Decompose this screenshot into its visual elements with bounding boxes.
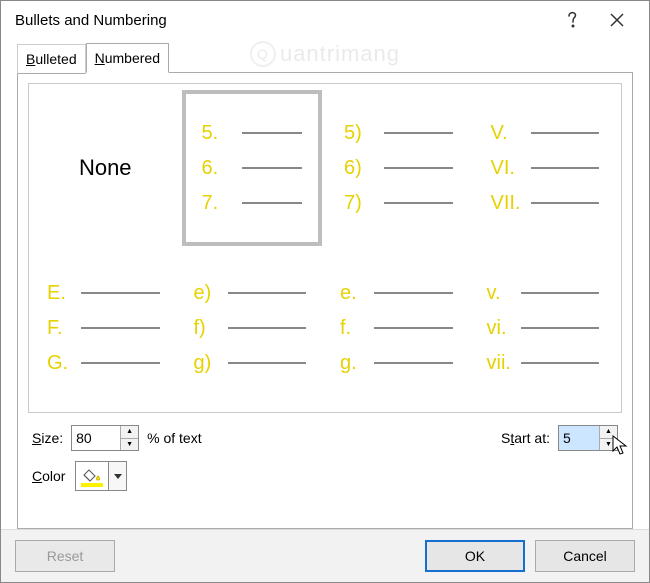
dialog-footer: Reset OK Cancel (1, 529, 649, 582)
style-alpha-lower-paren[interactable]: e) f) g) (182, 250, 323, 406)
start-at-arrows: ▲ ▼ (599, 426, 617, 450)
sample-line (81, 292, 160, 294)
size-down[interactable]: ▼ (121, 439, 138, 451)
marker: e) (194, 282, 222, 305)
marker: v. (487, 282, 515, 305)
marker: G. (47, 352, 75, 375)
start-at-down[interactable]: ▼ (600, 439, 617, 451)
sample-line (531, 167, 600, 169)
close-button[interactable] (595, 2, 639, 38)
sample-line (521, 327, 600, 329)
style-arabic-dot[interactable]: 5. 6. 7. (182, 90, 323, 246)
sample-line (374, 327, 453, 329)
marker: e. (340, 282, 368, 305)
size-label: Size: (32, 430, 63, 446)
color-row: Color (28, 455, 622, 501)
size-up[interactable]: ▲ (121, 426, 138, 439)
content-area: Bulleted Numbered None 5. 6. 7. 5) 6) 7) (1, 39, 649, 529)
tab-numbered[interactable]: Numbered (86, 43, 169, 73)
sample-line (384, 132, 453, 134)
marker: 6) (344, 157, 378, 180)
sample-line (521, 292, 600, 294)
marker: 7. (202, 192, 236, 215)
size-spinner-arrows: ▲ ▼ (120, 426, 138, 450)
style-alpha-lower-dot[interactable]: e. f. g. (328, 250, 469, 406)
marker: g. (340, 352, 368, 375)
size-input[interactable] (72, 426, 120, 450)
cancel-button[interactable]: Cancel (535, 540, 635, 572)
marker: E. (47, 282, 75, 305)
marker: f. (340, 317, 368, 340)
size-spinner[interactable]: ▲ ▼ (71, 425, 139, 451)
titlebar: Bullets and Numbering (1, 1, 649, 39)
marker: f) (194, 317, 222, 340)
marker: F. (47, 317, 75, 340)
marker: 7) (344, 192, 378, 215)
marker: V. (491, 122, 525, 145)
start-at-spinner[interactable]: ▲ ▼ (558, 425, 618, 451)
start-at-label: Start at: (501, 430, 550, 446)
marker: vi. (487, 317, 515, 340)
sample-line (384, 167, 453, 169)
sample-line (228, 362, 307, 364)
style-none-label: None (79, 155, 132, 181)
bullets-numbering-dialog: Bullets and Numbering Quantrimang Bullet… (0, 0, 650, 583)
marker: vii. (487, 352, 515, 375)
sample-line (384, 202, 453, 204)
dialog-title: Bullets and Numbering (15, 12, 551, 29)
numbering-style-grid: None 5. 6. 7. 5) 6) 7) V. VI. VII. (28, 83, 622, 413)
sample-line (374, 362, 453, 364)
marker: 6. (202, 157, 236, 180)
paint-bucket-icon (76, 466, 108, 487)
marker: 5. (202, 122, 236, 145)
sample-line (228, 292, 307, 294)
sample-line (531, 132, 600, 134)
style-none[interactable]: None (35, 90, 176, 246)
sample-line (81, 327, 160, 329)
sample-line (531, 202, 600, 204)
sample-line (242, 167, 303, 169)
start-at-up[interactable]: ▲ (600, 426, 617, 439)
color-picker-button[interactable] (75, 461, 127, 491)
marker: VI. (491, 157, 525, 180)
color-swatch (81, 483, 103, 487)
style-alpha-upper-dot[interactable]: E. F. G. (35, 250, 176, 406)
help-button[interactable] (551, 2, 595, 38)
marker: 5) (344, 122, 378, 145)
controls-row: Size: ▲ ▼ % of text Start at: ▲ (28, 413, 622, 455)
sample-line (228, 327, 307, 329)
color-dropdown-arrow[interactable] (108, 462, 126, 490)
style-roman-lower-dot[interactable]: v. vi. vii. (475, 250, 616, 406)
sample-line (242, 202, 303, 204)
tab-bulleted[interactable]: Bulleted (17, 44, 86, 74)
ok-button[interactable]: OK (425, 540, 525, 572)
size-suffix: % of text (147, 430, 201, 446)
start-at-input[interactable] (559, 426, 599, 450)
sample-line (374, 292, 453, 294)
style-arabic-paren[interactable]: 5) 6) 7) (328, 90, 469, 246)
sample-line (81, 362, 160, 364)
reset-button[interactable]: Reset (15, 540, 115, 572)
sample-line (521, 362, 600, 364)
style-roman-upper-dot[interactable]: V. VI. VII. (475, 90, 616, 246)
color-label: Color (32, 468, 65, 484)
tabs: Bulleted Numbered (17, 43, 633, 73)
marker: VII. (491, 192, 525, 215)
marker: g) (194, 352, 222, 375)
tab-panel-numbered: None 5. 6. 7. 5) 6) 7) V. VI. VII. (17, 72, 633, 529)
sample-line (242, 132, 303, 134)
